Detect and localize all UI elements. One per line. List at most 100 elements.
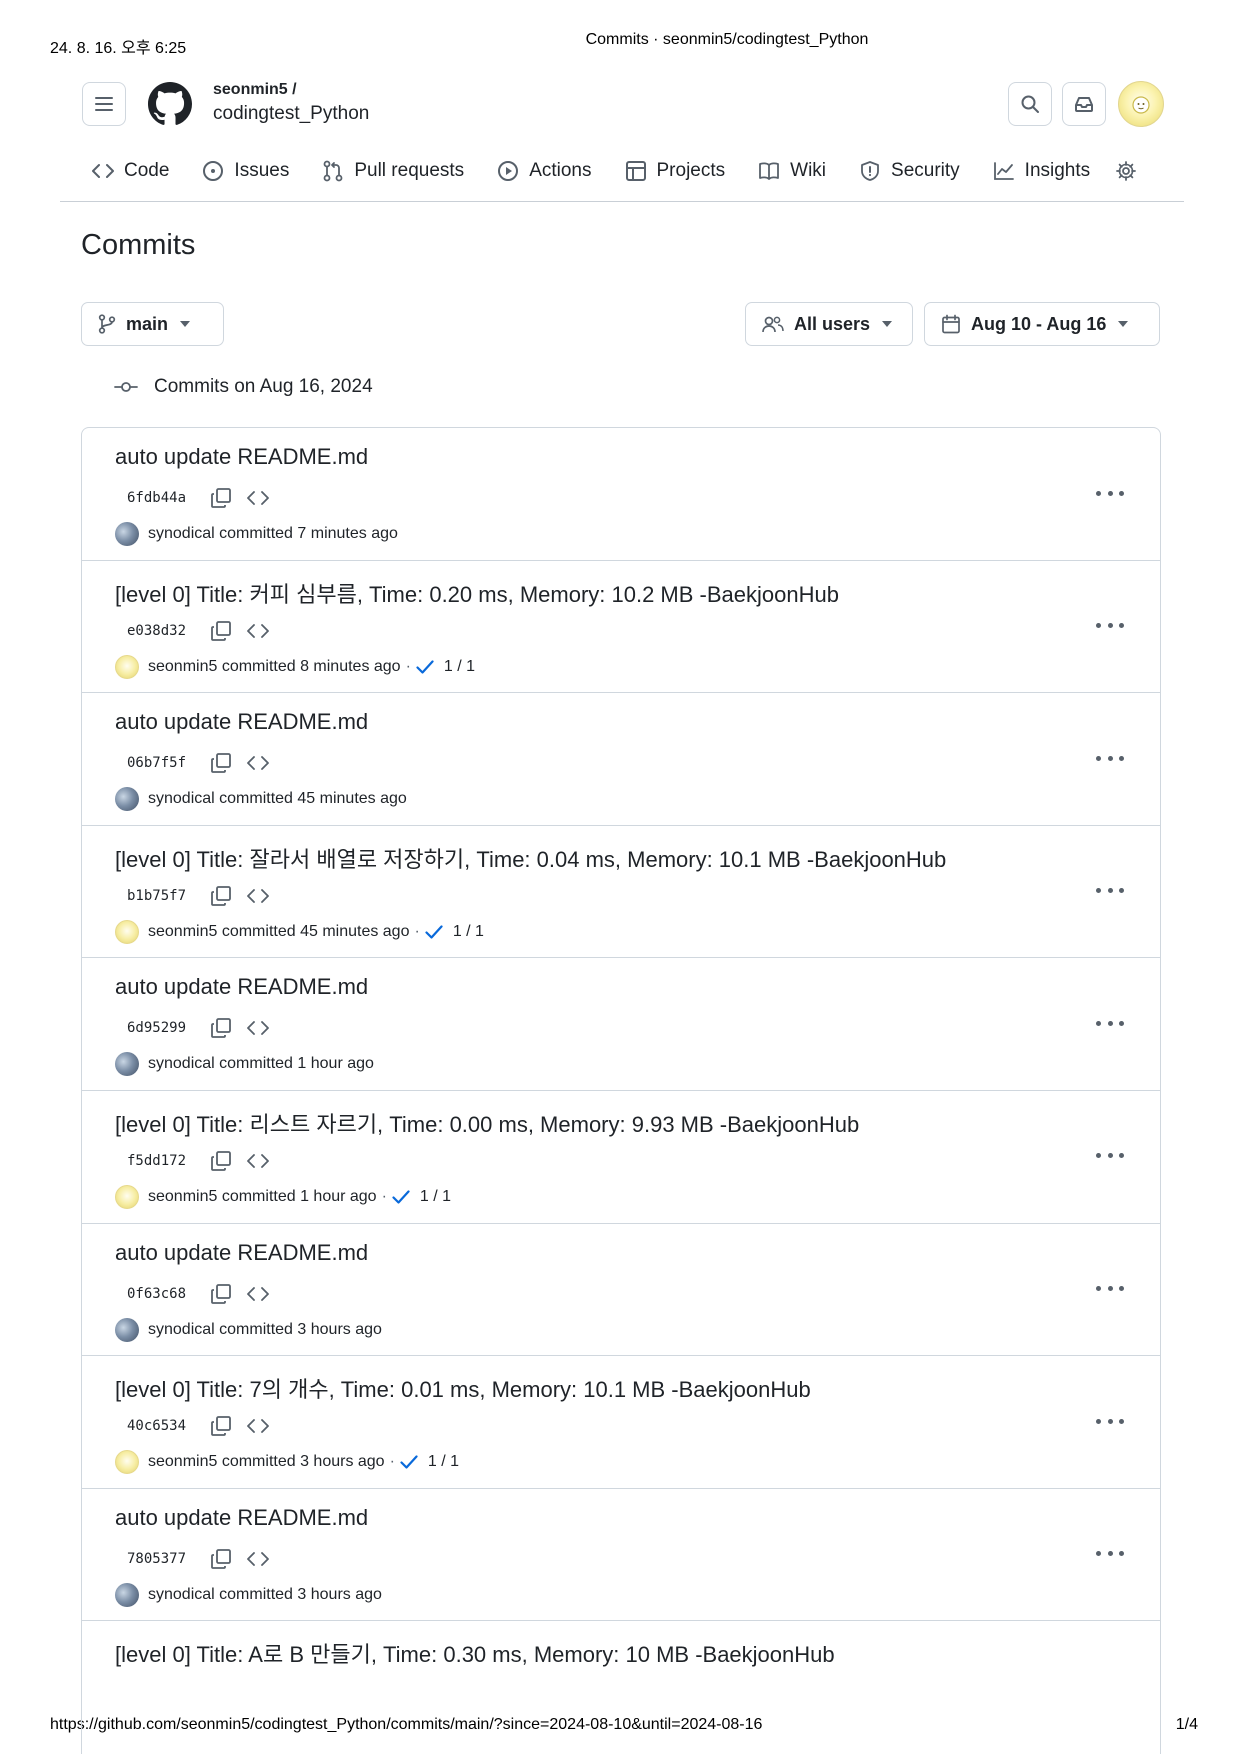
author-avatar[interactable]	[115, 1450, 139, 1475]
author-avatar[interactable]	[115, 1582, 139, 1607]
commit-author[interactable]: seonmin5	[148, 1453, 217, 1471]
checks-count: 1 / 1	[419, 1187, 452, 1205]
browse-files-button[interactable]	[246, 1286, 270, 1302]
copy-sha-button[interactable]	[210, 620, 232, 642]
commit-author[interactable]: synodical	[148, 1055, 215, 1073]
more-actions-button[interactable]	[1096, 1012, 1124, 1034]
commit-title-link[interactable]: auto update README.md	[115, 1240, 368, 1266]
inbox-button[interactable]	[1062, 82, 1106, 126]
pull-request-icon	[323, 160, 343, 182]
browse-files-button[interactable]	[246, 490, 270, 506]
copy-sha-button[interactable]	[210, 1283, 232, 1305]
more-actions-button[interactable]	[1096, 482, 1124, 504]
commit-sha[interactable]: b1b75f7	[115, 888, 196, 904]
commit-sha[interactable]: 6fdb44a	[115, 490, 196, 506]
commit-author[interactable]: synodical	[148, 790, 215, 808]
browse-files-button[interactable]	[246, 888, 270, 904]
copy-sha-button[interactable]	[210, 1150, 232, 1172]
commit-sha[interactable]: 7805377	[115, 1551, 196, 1567]
commit-title-link[interactable]: auto update README.md	[115, 974, 368, 1000]
commit-row: [level 0] Title: 잘라서 배열로 저장하기, Time: 0.0…	[82, 826, 1160, 959]
copy-sha-button[interactable]	[210, 752, 232, 774]
commit-time: committed 3 hours ago	[219, 1585, 382, 1603]
branch-selector[interactable]: main	[81, 302, 224, 346]
browse-files-button[interactable]	[246, 755, 270, 771]
commit-sha[interactable]: 40c6534	[115, 1418, 196, 1434]
commit-author[interactable]: seonmin5	[148, 658, 217, 676]
tab-code[interactable]: Code	[92, 156, 169, 186]
more-actions-button[interactable]	[1096, 747, 1124, 769]
copy-sha-button[interactable]	[210, 1548, 232, 1570]
graph-icon	[993, 162, 1014, 180]
commit-title-link[interactable]: [level 0] Title: 리스트 자르기, Time: 0.00 ms,…	[115, 1107, 859, 1139]
checks-status[interactable]	[425, 925, 443, 939]
browse-files-button[interactable]	[246, 623, 270, 639]
search-button[interactable]	[1008, 82, 1052, 126]
more-actions-button[interactable]	[1096, 1278, 1124, 1300]
tab-pull-requests[interactable]: Pull requests	[322, 156, 464, 186]
author-avatar[interactable]	[115, 654, 139, 679]
meta-separator: ·	[381, 1187, 387, 1205]
tab-projects[interactable]: Projects	[625, 156, 725, 186]
commit-sha[interactable]: e038d32	[115, 623, 196, 639]
commit-author[interactable]: synodical	[148, 525, 215, 543]
browse-files-button[interactable]	[246, 1551, 270, 1567]
user-avatar[interactable]	[1118, 81, 1164, 127]
commit-author[interactable]: synodical	[148, 1586, 215, 1604]
browse-files-button[interactable]	[246, 1153, 270, 1169]
commit-sha[interactable]: 6d95299	[115, 1020, 196, 1036]
commit-time: committed 1 hour ago	[219, 1055, 374, 1073]
hamburger-icon	[95, 97, 113, 111]
menu-button[interactable]	[82, 82, 126, 126]
copy-sha-button[interactable]	[210, 885, 232, 907]
tab-insights[interactable]: Insights	[993, 156, 1090, 186]
author-avatar[interactable]	[115, 1184, 139, 1209]
more-actions-button[interactable]	[1096, 615, 1124, 637]
author-avatar[interactable]	[115, 1317, 139, 1342]
copy-sha-button[interactable]	[210, 487, 232, 509]
author-avatar[interactable]	[115, 919, 139, 944]
more-actions-button[interactable]	[1096, 880, 1124, 902]
checks-status[interactable]	[416, 659, 434, 674]
commit-time: committed 45 minutes ago	[219, 790, 407, 808]
commit-title-link[interactable]: [level 0] Title: 잘라서 배열로 저장하기, Time: 0.0…	[115, 842, 946, 874]
checks-status[interactable]	[392, 1190, 410, 1204]
commit-title-link[interactable]: auto update README.md	[115, 709, 368, 735]
tab-pull-requests-label: Pull requests	[354, 160, 465, 181]
browse-files-button[interactable]	[246, 1020, 270, 1036]
repo-name-link[interactable]: codingtest_Python	[213, 103, 369, 125]
commit-author[interactable]: seonmin5	[148, 923, 217, 941]
commit-sha[interactable]: 06b7f5f	[115, 755, 196, 771]
copy-icon	[211, 1416, 231, 1437]
commit-title-link[interactable]: [level 0] Title: 커피 심부름, Time: 0.20 ms, …	[115, 577, 839, 609]
date-range-filter[interactable]: Aug 10 - Aug 16	[924, 302, 1160, 346]
author-avatar[interactable]	[115, 522, 139, 546]
commit-sha[interactable]: f5dd172	[115, 1153, 196, 1169]
commit-sha[interactable]: 0f63c68	[115, 1286, 196, 1302]
tab-issues[interactable]: Issues	[202, 156, 289, 186]
users-filter[interactable]: All users	[745, 302, 913, 346]
commit-title-link[interactable]: [level 0] Title: 7의 개수, Time: 0.01 ms, M…	[115, 1372, 811, 1404]
commit-title-link[interactable]: auto update README.md	[115, 444, 368, 470]
commit-author[interactable]: synodical	[148, 1321, 215, 1339]
print-document-title: Commits · seonmin5/codingtest_Python	[585, 31, 869, 48]
author-avatar[interactable]	[115, 1052, 139, 1077]
tab-security[interactable]: Security	[859, 156, 960, 186]
repo-owner-link[interactable]: seonmin5 /	[213, 81, 297, 99]
tab-settings[interactable]	[1115, 156, 1147, 186]
github-logo-icon[interactable]	[148, 82, 192, 126]
tab-actions[interactable]: Actions	[497, 156, 592, 186]
more-actions-button[interactable]	[1096, 1145, 1124, 1167]
tab-wiki[interactable]: Wiki	[758, 156, 826, 186]
copy-sha-button[interactable]	[210, 1415, 232, 1437]
commit-title-link[interactable]: auto update README.md	[115, 1505, 368, 1531]
more-actions-button[interactable]	[1096, 1543, 1124, 1565]
browse-files-button[interactable]	[246, 1418, 270, 1434]
author-avatar[interactable]	[115, 787, 139, 812]
commit-title-link[interactable]: [level 0] Title: A로 B 만들기, Time: 0.30 ms…	[115, 1637, 835, 1669]
commit-author[interactable]: seonmin5	[148, 1188, 217, 1206]
copy-sha-button[interactable]	[210, 1017, 232, 1039]
checks-status[interactable]	[400, 1455, 418, 1469]
more-actions-button[interactable]	[1096, 1410, 1124, 1432]
commit-time: committed 3 hours ago	[219, 1320, 382, 1338]
